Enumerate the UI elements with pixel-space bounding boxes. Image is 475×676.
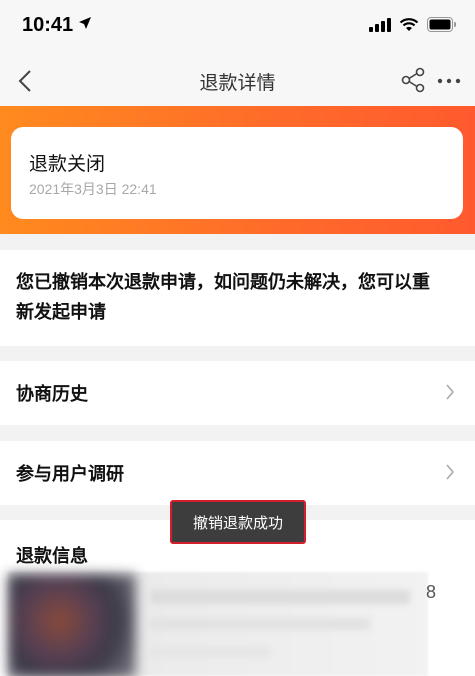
product-partial-text: 8 [426, 582, 437, 602]
user-research-row[interactable]: 参与用户调研 [0, 441, 475, 505]
location-arrow-icon [78, 15, 92, 34]
negotiation-history-row[interactable]: 协商历史 [0, 361, 475, 425]
product-text-blurred [150, 618, 370, 630]
user-research-label: 参与用户调研 [16, 464, 124, 485]
refund-info-title: 退款信息 [16, 546, 88, 567]
toast-message: 撤销退款成功 [170, 500, 306, 544]
chevron-right-icon [445, 463, 455, 485]
wifi-icon [399, 17, 419, 36]
notice-section: 您已撤销本次退款申请，如问题仍未解决，您可以重新发起申请 [0, 250, 475, 346]
product-text-blurred [150, 590, 410, 604]
refund-status-card: 退款关闭 2021年3月3日 22:41 [11, 127, 463, 219]
nav-bar: 退款详情 [0, 56, 475, 106]
more-icon[interactable] [437, 67, 461, 97]
refund-status-title: 退款关闭 [29, 153, 106, 175]
signal-icon [369, 17, 391, 36]
product-thumbnail [8, 574, 136, 676]
status-bar: 10:41 [0, 0, 475, 56]
share-icon[interactable] [401, 67, 425, 97]
battery-icon [427, 17, 457, 36]
status-time: 10:41 [22, 14, 74, 36]
chevron-right-icon [445, 383, 455, 405]
negotiation-history-label: 协商历史 [16, 384, 88, 405]
status-icons [369, 17, 457, 36]
product-text-blurred [150, 646, 270, 658]
refund-status-time: 2021年3月3日 22:41 [29, 181, 157, 197]
notice-text: 您已撤销本次退款申请，如问题仍未解决，您可以重新发起申请 [16, 272, 430, 323]
